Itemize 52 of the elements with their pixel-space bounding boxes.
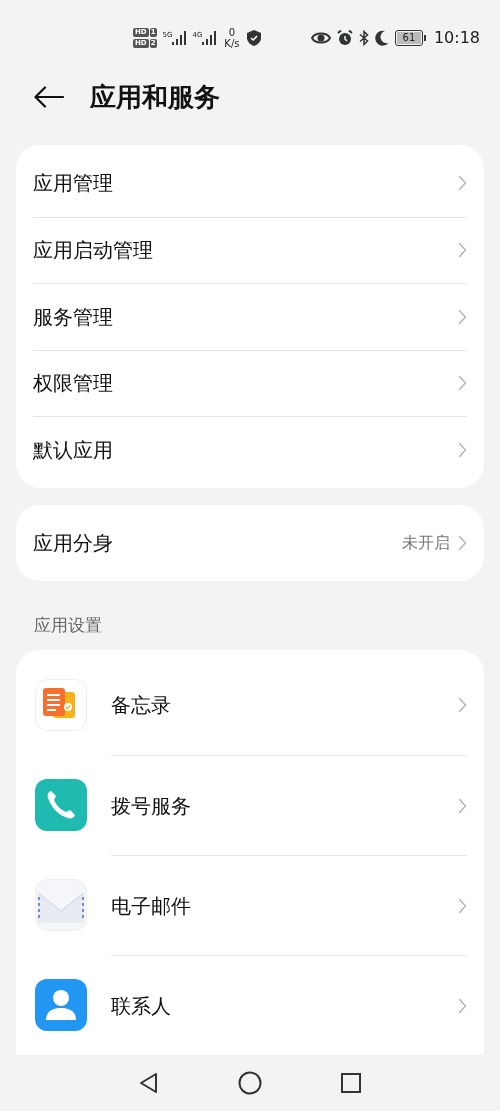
- menu-item-label: 应用管理: [33, 170, 113, 198]
- menu-item-label: 权限管理: [33, 370, 113, 398]
- chevron-right-icon: [458, 534, 467, 551]
- app-clone-item[interactable]: 应用分身 未开启: [16, 504, 484, 581]
- app-name: 联系人: [111, 992, 171, 1020]
- menu-item[interactable]: 服务管理: [33, 283, 467, 350]
- bluetooth-icon: [358, 29, 369, 46]
- back-arrow-icon: [34, 86, 64, 109]
- chevron-right-icon: [458, 175, 467, 192]
- chevron-right-icon: [458, 375, 467, 392]
- page-title: 应用和服务: [90, 80, 220, 114]
- menu-item[interactable]: 权限管理: [33, 349, 467, 417]
- alarm-clock-icon: [336, 29, 353, 46]
- eye-icon: [310, 30, 331, 45]
- status-value: 未开启: [402, 531, 450, 554]
- battery-level-text: 61: [402, 32, 416, 43]
- chevron-right-icon: [458, 897, 467, 914]
- recents-nav-button[interactable]: [340, 1072, 362, 1095]
- menu-item-label: 应用启动管理: [33, 237, 153, 265]
- back-nav-button[interactable]: [138, 1072, 160, 1095]
- chevron-right-icon: [458, 997, 467, 1014]
- section-header: 应用设置: [34, 613, 103, 637]
- speed-unit: K/s: [224, 37, 240, 49]
- home-nav-button[interactable]: [238, 1071, 262, 1096]
- chevron-right-icon: [458, 242, 467, 259]
- menu-item-label: 应用分身: [33, 529, 113, 557]
- chevron-right-icon: [458, 797, 467, 814]
- app-item[interactable]: 拨号服务: [35, 755, 467, 856]
- moon-icon: [374, 29, 389, 46]
- clock-time: 10:18: [433, 26, 480, 49]
- menu-item-label: 服务管理: [33, 303, 113, 331]
- mail-app-icon: [35, 879, 87, 932]
- menu-item-label: 默认应用: [33, 436, 113, 464]
- app-name: 备忘录: [111, 692, 171, 720]
- menu-item[interactable]: 应用启动管理: [33, 216, 467, 284]
- back-button[interactable]: [34, 86, 64, 109]
- chevron-right-icon: [458, 697, 467, 714]
- app-name: 电子邮件: [111, 892, 191, 920]
- chevron-right-icon: [458, 308, 467, 325]
- menu-item[interactable]: 默认应用: [33, 416, 467, 483]
- shield-icon: [247, 29, 262, 46]
- app-name: 拨号服务: [111, 792, 191, 820]
- contact-app-icon: [35, 979, 87, 1032]
- notes-app-icon: [35, 679, 87, 732]
- signal-icon: [202, 30, 217, 45]
- speed-value: 0: [228, 26, 236, 38]
- phone-app-icon: [35, 779, 87, 832]
- menu-item[interactable]: 应用管理: [33, 150, 467, 217]
- app-item[interactable]: 电子邮件: [35, 855, 467, 956]
- app-item[interactable]: 备忘录: [35, 655, 467, 756]
- chevron-right-icon: [458, 441, 467, 458]
- signal-icon: [172, 30, 187, 45]
